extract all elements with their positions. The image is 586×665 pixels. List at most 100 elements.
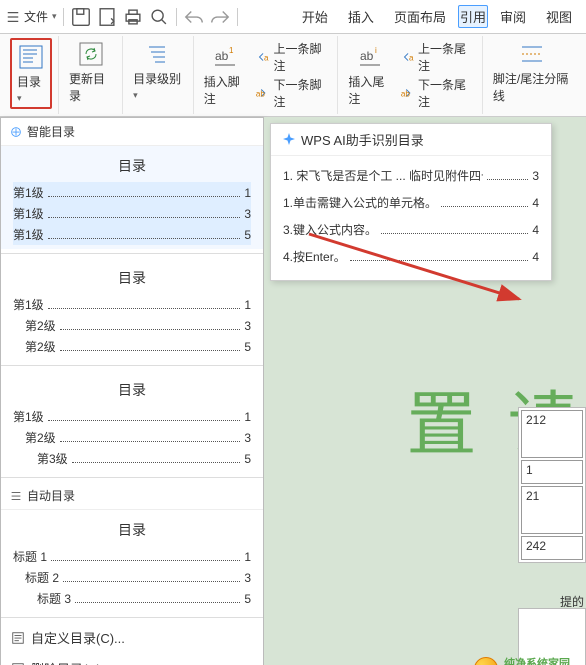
toc-level-button[interactable]: 目录级别 ▾ [129,38,187,103]
level-icon [144,40,172,68]
toc-leader [350,252,529,261]
toc-button[interactable]: 目录 ▾ [13,41,49,106]
save-icon[interactable] [70,6,92,28]
auto-toc-label: 自动目录 [27,487,75,504]
toc-entry-page: 1 [244,410,251,424]
toc-row: 标题 2 3 [13,567,251,588]
toc-label: 目录 [17,75,41,89]
ai-toc-row[interactable]: 1. 宋飞飞是否是个工 ... 临时见附件四十看3 [283,162,539,189]
custom-icon [11,631,25,645]
toc-entry-label: 标题 2 [25,569,59,586]
ribbon: 目录 ▾ 更新目录 目录级别 ▾ ab1 插入脚注 ab上一条脚注 ab下一条脚… [0,34,586,117]
tab-insert[interactable]: 插入 [340,4,382,29]
watermark-name: 纯净系统家园 [504,658,578,665]
insert-footnote-button[interactable]: ab1 插入脚注 [200,41,251,109]
insert-footnote-label: 插入脚注 [204,73,247,107]
prev-footnote-button[interactable]: ab上一条脚注 [255,40,327,74]
ai-toc-row[interactable]: 4.按Enter。4 [283,243,539,270]
toc-entry-page: 1 [244,550,251,564]
table-fragment: 212 1 21 242 [518,407,586,563]
ai-toc-popover: WPS AI助手识别目录 1. 宋飞飞是否是个工 ... 临时见附件四十看31.… [270,123,552,281]
endnote-icon: abi [356,43,384,71]
toc-icon [17,43,45,71]
file-menu[interactable]: 文件 [24,8,48,25]
ai-toc-row[interactable]: 3.键入公式内容。4 [283,216,539,243]
tab-review[interactable]: 审阅 [492,4,534,29]
undo-icon[interactable] [183,6,205,28]
toc-entry-label: 第2级 [25,317,56,334]
smart-toc-header[interactable]: 智能目录 [1,118,263,146]
svg-text:ab: ab [409,54,414,63]
toc-preview-1[interactable]: 目录 第1级 1 第1级 3 第1级 5 [1,146,263,249]
toc-dropdown: 智能目录 目录 第1级1第1级3第1级5 目录 第1级1第2级3第2级5 目录 … [0,117,264,665]
toc-row: 第1级 3 [13,203,251,224]
toc-preview-3[interactable]: 目录 第1级1第2级3第3级5 [1,370,263,473]
ai-popover-header: WPS AI助手识别目录 [271,124,551,156]
svg-text:ab: ab [264,54,269,63]
svg-text:ab: ab [401,90,410,99]
separator [176,8,177,26]
toc-entry-page: 3 [244,431,251,445]
next-footnote-button[interactable]: ab下一条脚注 [255,76,327,110]
note-separator-label: 脚注/尾注分隔线 [493,70,572,104]
chevron-down-icon: ▾ [52,11,57,22]
toc-entry-label: 第1级 [13,205,44,222]
ai-entry-page: 4 [532,196,539,210]
toc-leader [60,433,241,442]
toc-title: 目录 [13,514,251,546]
toc-preview-2[interactable]: 目录 第1级1第2级3第2级5 [1,258,263,361]
toc-entry-label: 第1级 [13,184,44,201]
ribbon-group-update: 更新目录 [59,36,123,114]
auto-toc-header: 自动目录 [1,482,263,510]
chevron-down-icon: ▾ [133,90,138,100]
ai-entry-label: 4.按Enter。 [283,248,346,265]
title-bar: 文件 ▾ 开始 插入 页面布局 引用 审阅 视图 [0,0,586,34]
toc-leader [487,171,528,180]
ribbon-group-footnote: ab1 插入脚注 ab上一条脚注 ab下一条脚注 [194,36,339,114]
toc-entry-page: 3 [244,207,251,221]
prev-endnote-button[interactable]: ab上一条尾注 [400,40,472,74]
toc-entry-page: 1 [244,186,251,200]
next-endnote-button[interactable]: ab下一条尾注 [400,76,472,110]
toc-row: 第1级 1 [13,406,251,427]
print-preview-icon[interactable] [96,6,118,28]
toc-entry-label: 第1级 [13,408,44,425]
note-separator-button[interactable]: 脚注/尾注分隔线 [489,38,576,106]
toc-entry-page: 3 [244,571,251,585]
toc-preview-4[interactable]: 目录 标题 11标题 23标题 35 [1,510,263,613]
toc-entry-label: 第1级 [13,296,44,313]
ribbon-group-toc: 目录 ▾ [4,36,59,114]
toc-entry-page: 5 [244,228,251,242]
tab-view[interactable]: 视图 [538,4,580,29]
svg-text:i: i [375,46,377,55]
toc-entry-label: 第1级 [13,226,44,243]
toc-title: 目录 [13,374,251,406]
toc-row: 第2级3 [13,427,251,448]
find-icon[interactable] [148,6,170,28]
toc-row: 标题 35 [13,588,251,609]
endnote-nav: ab上一条尾注 ab下一条尾注 [396,38,476,112]
tab-layout[interactable]: 页面布局 [386,4,454,29]
custom-toc-menu-item[interactable]: 自定义目录(C)... [1,622,263,653]
tab-start[interactable]: 开始 [294,4,336,29]
toc-leader [75,594,240,603]
update-toc-button[interactable]: 更新目录 [65,38,116,106]
ribbon-group-level: 目录级别 ▾ [123,36,194,114]
toc-leader [51,552,240,561]
tab-reference[interactable]: 引用 [458,5,488,28]
insert-endnote-button[interactable]: abi 插入尾注 [344,41,395,109]
hamburger-icon[interactable] [6,10,20,24]
ai-toc-row[interactable]: 1.单击需键入公式的单元格。4 [283,189,539,216]
toc-row: 第1级 5 [13,224,251,245]
toc-entry-page: 5 [244,452,251,466]
toc-title: 目录 [13,150,251,182]
delete-toc-menu-item[interactable]: 删除目录(R) [1,653,263,665]
sparkle-icon [9,125,23,139]
toc-entry-page: 1 [244,298,251,312]
redo-icon[interactable] [209,6,231,28]
toc-leader [48,209,241,218]
ai-entry-label: 1. 宋飞飞是否是个工 ... 临时见附件四十看 [283,167,483,184]
toc-row: 第2级5 [13,336,251,357]
separator [63,8,64,26]
print-icon[interactable] [122,6,144,28]
